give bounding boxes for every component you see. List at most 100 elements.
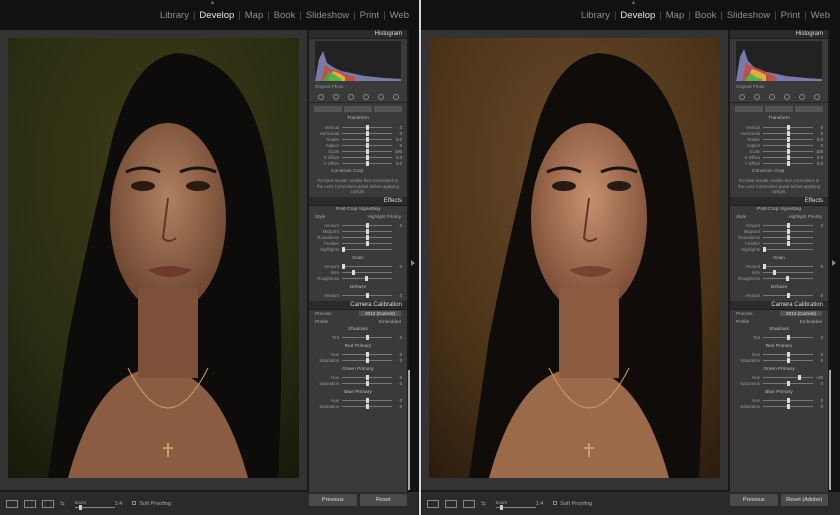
red-eye-icon[interactable]: [347, 93, 354, 100]
calibration-header[interactable]: Camera Calibration: [730, 300, 828, 310]
lens-note: For best results, enable lens correction…: [738, 178, 820, 194]
loupe-view-icon[interactable]: [6, 499, 18, 508]
vignetting-style[interactable]: Style Highlight Priority: [309, 213, 407, 221]
swap-arrows-icon[interactable]: ⇆: [481, 501, 486, 507]
effects-header[interactable]: Effects: [730, 196, 828, 206]
spot-removal-icon[interactable]: [753, 93, 760, 100]
red-primary-title: Red Primary: [344, 343, 372, 349]
photo-canvas[interactable]: [421, 30, 728, 490]
panel-scrollbar[interactable]: [829, 370, 831, 490]
zoom-slider[interactable]: Zoom: [74, 500, 115, 510]
reset-button[interactable]: Reset (Adobe): [780, 494, 828, 506]
slider-red-saturation[interactable]: Saturation 0: [735, 358, 823, 364]
compare-view-icon[interactable]: [445, 499, 457, 508]
module-slideshow[interactable]: Slideshow: [723, 10, 774, 21]
slider-grain-roughness[interactable]: Roughness: [735, 276, 823, 282]
slider-dehaze-amount[interactable]: Amount 0: [735, 293, 823, 299]
expand-panel-icon[interactable]: [411, 260, 415, 266]
zoom-slider[interactable]: Zoom: [495, 500, 536, 510]
constrain-crop-checkbox[interactable]: Constrain Crop: [309, 168, 407, 176]
spot-removal-icon[interactable]: [332, 93, 339, 100]
grain-title: Grain: [352, 255, 364, 261]
right-panel: Histogram Original Photo Transform Verti…: [309, 30, 407, 492]
expand-panel-icon[interactable]: [832, 260, 836, 266]
dehaze-sliders: Amount 0: [730, 291, 828, 301]
bottom-toolbar: ⇆ Zoom 1:4 Soft Proofing Previous Reset …: [421, 492, 840, 515]
slider-y-offset[interactable]: Y Offset 0.0: [735, 160, 823, 166]
effects-header[interactable]: Effects: [309, 196, 407, 206]
soft-proofing[interactable]: Soft Proofing: [132, 500, 171, 507]
right-edge: [409, 30, 419, 492]
swap-arrows-icon[interactable]: ⇆: [60, 501, 65, 507]
adjustment-brush-icon[interactable]: [813, 93, 820, 100]
radial-filter-icon[interactable]: [798, 93, 805, 100]
module-slideshow[interactable]: Slideshow: [302, 10, 353, 21]
green-sliders: Hue 0 Saturation 0: [309, 373, 407, 389]
slider-green-saturation[interactable]: Saturation 0: [735, 381, 823, 387]
vignetting-style[interactable]: Style Highlight Priority: [730, 213, 828, 221]
module-library[interactable]: Library: [577, 10, 614, 21]
transform-sliders: Vertical 0 Horizontal 0 Rotate 0.0 Aspect 0 …: [309, 122, 407, 168]
soft-proofing-checkbox[interactable]: [553, 500, 558, 505]
process-row[interactable]: Process 2012 (Current): [309, 310, 407, 318]
calibration-header[interactable]: Camera Calibration: [309, 300, 407, 310]
slider-shadows-tint[interactable]: Tint 0: [314, 335, 402, 341]
slider-grain-roughness[interactable]: Roughness: [314, 276, 402, 282]
compare-view-icon[interactable]: [24, 499, 36, 508]
before-after-icon[interactable]: [42, 499, 54, 508]
radial-filter-icon[interactable]: [377, 93, 384, 100]
graduated-filter-icon[interactable]: [783, 93, 790, 100]
crop-tool-icon[interactable]: [317, 93, 324, 100]
lens-note: For best results, enable lens correction…: [317, 178, 399, 194]
profile-row[interactable]: Profile Embedded: [730, 318, 828, 326]
slider-shadows-tint[interactable]: Tint 0: [735, 335, 823, 341]
collapse-top-icon[interactable]: ▲: [210, 0, 216, 6]
module-book[interactable]: Book: [270, 10, 300, 21]
soft-proofing-checkbox[interactable]: [132, 500, 137, 505]
slider-blue-saturation[interactable]: Saturation 0: [735, 404, 823, 410]
process-row[interactable]: Process 2012 (Current): [730, 310, 828, 318]
panel-scrollbar[interactable]: [408, 370, 410, 490]
transform-title: Transform: [768, 116, 790, 121]
reset-button[interactable]: Reset: [359, 494, 407, 506]
soft-proofing[interactable]: Soft Proofing: [553, 500, 592, 507]
slider-dehaze-amount[interactable]: Amount 0: [314, 293, 402, 299]
previous-button[interactable]: Previous: [730, 494, 778, 506]
histogram-header[interactable]: Histogram: [730, 30, 828, 39]
histogram-header[interactable]: Histogram: [309, 30, 407, 39]
module-book[interactable]: Book: [691, 10, 721, 21]
slider-red-saturation[interactable]: Saturation 0: [314, 358, 402, 364]
module-library[interactable]: Library: [156, 10, 193, 21]
before-after-icon[interactable]: [463, 499, 475, 508]
module-print[interactable]: Print: [777, 10, 805, 21]
portrait-photo: [429, 38, 720, 478]
module-develop[interactable]: Develop: [616, 10, 659, 21]
slider-green-saturation[interactable]: Saturation 0: [314, 381, 402, 387]
slider-vignette-highlights[interactable]: Highlights: [735, 247, 823, 253]
previous-button[interactable]: Previous: [309, 494, 357, 506]
slider-blue-saturation[interactable]: Saturation 0: [314, 404, 402, 410]
crop-tool-icon[interactable]: [738, 93, 745, 100]
module-develop[interactable]: Develop: [195, 10, 238, 21]
slider-y-offset[interactable]: Y Offset 0.0: [314, 160, 402, 166]
slider-vignette-highlights[interactable]: Highlights: [314, 247, 402, 253]
dehaze-sliders: Amount 0: [309, 291, 407, 301]
adjustment-brush-icon[interactable]: [392, 93, 399, 100]
module-web[interactable]: Web: [807, 10, 834, 21]
constrain-crop-checkbox[interactable]: Constrain Crop: [730, 168, 828, 176]
red-eye-icon[interactable]: [768, 93, 775, 100]
grain-sliders: Amount 0 Size Roughness: [309, 262, 407, 284]
loupe-view-icon[interactable]: [427, 499, 439, 508]
module-map[interactable]: Map: [662, 10, 688, 21]
collapse-top-icon[interactable]: ▲: [631, 0, 637, 6]
vignetting-sliders: Amount 0 Midpoint Roundness Feather Highl…: [730, 221, 828, 255]
grain-sliders: Amount 0 Size Roughness: [730, 262, 828, 284]
dehaze-title: Dehaze: [770, 284, 788, 290]
module-print[interactable]: Print: [356, 10, 384, 21]
module-web[interactable]: Web: [386, 10, 413, 21]
graduated-filter-icon[interactable]: [362, 93, 369, 100]
profile-row[interactable]: Profile Embedded: [309, 318, 407, 326]
photo-canvas[interactable]: [0, 30, 307, 490]
zoom-value: 1:4: [114, 500, 123, 507]
module-map[interactable]: Map: [241, 10, 267, 21]
